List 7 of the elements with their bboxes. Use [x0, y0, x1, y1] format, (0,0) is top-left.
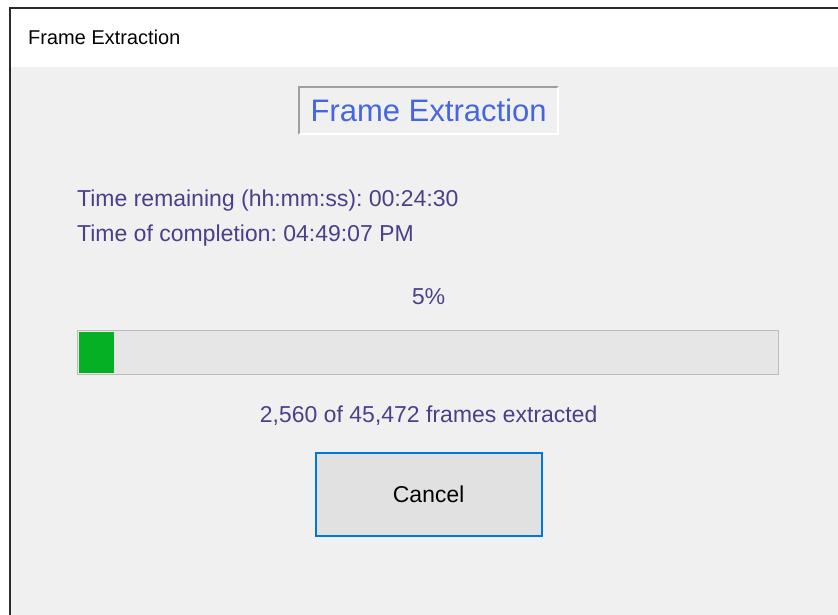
info-text: Time of completion: 04:49:07 PM [77, 219, 414, 248]
frames-status-text: 2,560 of 45,472 frames extracted [260, 400, 598, 429]
heading-label: Frame Extraction [298, 86, 558, 135]
info-text: Time remaining (hh:mm:ss): 00:24:30 [77, 184, 458, 213]
window-title: Frame Extraction [28, 26, 180, 51]
cancel-button[interactable]: Cancel [314, 452, 542, 537]
percent-text: 5% [412, 282, 446, 311]
